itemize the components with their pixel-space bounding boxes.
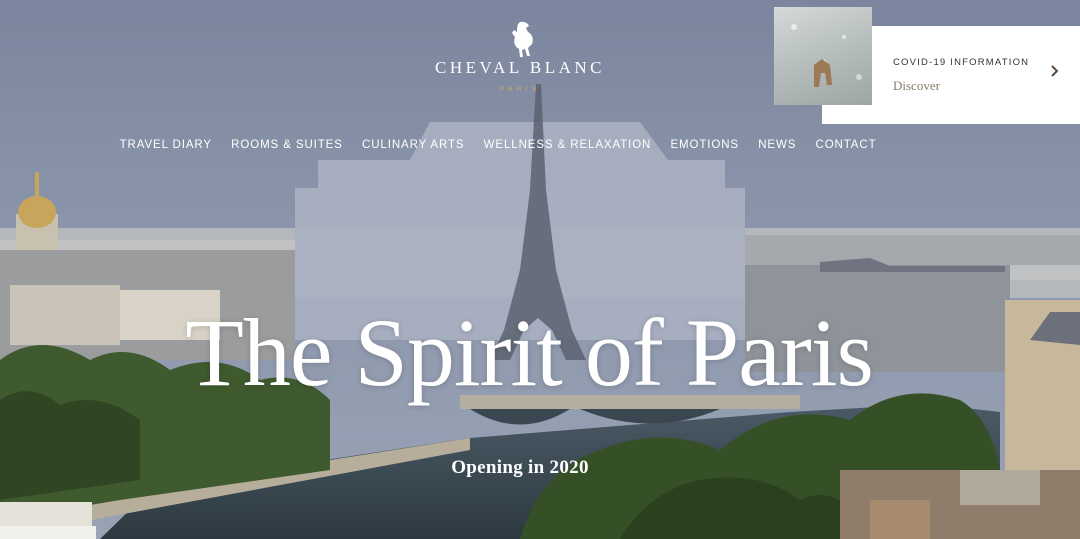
brand-name: CHEVAL BLANC	[435, 58, 605, 77]
nav-emotions[interactable]: EMOTIONS	[661, 139, 749, 155]
cheval-blanc-logo[interactable]: CHEVAL BLANC PARIS	[420, 18, 620, 98]
nav-wellness-relaxation[interactable]: WELLNESS & RELAXATION	[474, 139, 661, 155]
covid-discover-link[interactable]: Discover	[893, 78, 940, 94]
nav-news[interactable]: NEWS	[749, 139, 806, 155]
chevron-right-icon[interactable]	[1050, 64, 1060, 78]
hero-subtitle: Opening in 2020	[451, 457, 589, 478]
nav-rooms-suites[interactable]: ROOMS & SUITES	[222, 139, 353, 155]
covid-card-thumbnail	[774, 7, 872, 105]
nav-contact[interactable]: CONTACT	[806, 139, 886, 155]
nav-travel-diary[interactable]: TRAVEL DIARY	[110, 139, 222, 155]
hero-headline: The Spirit of Paris	[185, 299, 874, 406]
main-navigation: TRAVEL DIARY ROOMS & SUITES CULINARY ART…	[110, 139, 886, 155]
covid-info-card[interactable]: COVID-19 INFORMATION Discover	[774, 7, 1080, 124]
nav-culinary-arts[interactable]: CULINARY ARTS	[352, 139, 474, 155]
covid-card-title: COVID-19 INFORMATION	[893, 57, 1030, 68]
horse-icon	[512, 21, 533, 58]
brand-location: PARIS	[499, 86, 541, 93]
